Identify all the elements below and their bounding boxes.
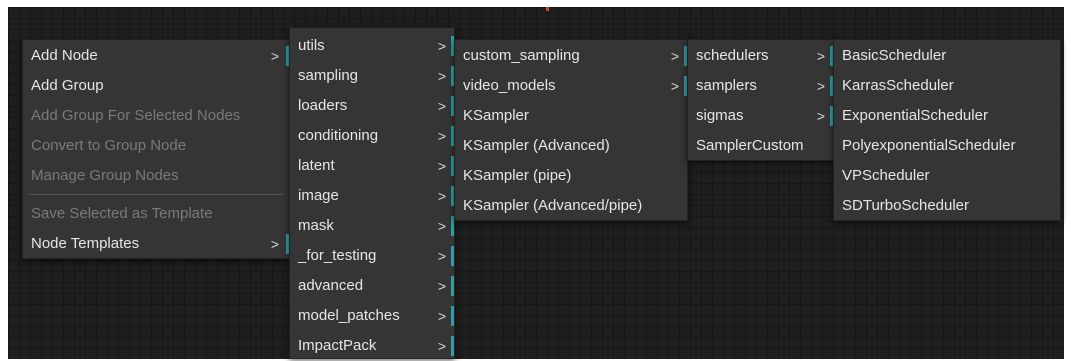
menu-item-node-templates[interactable]: Node Templates >: [23, 229, 289, 259]
submenu-custom-sampling: schedulers > samplers > sigmas > Sampler…: [687, 39, 834, 161]
context-menu-main: Add Node > Add Group Add Group For Selec…: [22, 39, 290, 259]
menu-item-label: image: [298, 187, 339, 204]
menu-item-label: schedulers: [696, 47, 769, 64]
chevron-right-icon: >: [437, 218, 446, 234]
canvas-marker: [546, 7, 549, 11]
chevron-right-icon: >: [670, 78, 679, 94]
menu-item-label: advanced: [298, 277, 364, 294]
chevron-right-icon: >: [437, 38, 446, 54]
menu-item-label: loaders: [298, 97, 348, 114]
menu-item-label: mask: [298, 217, 334, 234]
menu-item-label: latent: [298, 157, 335, 174]
category-for-testing[interactable]: _for_testing >: [290, 241, 454, 271]
menu-item-label: model_patches: [298, 307, 400, 324]
menu-item-label: custom_sampling: [463, 47, 580, 64]
menu-item-label: KSampler (pipe): [463, 167, 572, 184]
chevron-right-icon: >: [437, 68, 446, 84]
sampling-ksampler[interactable]: KSampler: [455, 101, 687, 131]
sampling-ksampler-advanced-pipe[interactable]: KSampler (Advanced/pipe): [455, 191, 687, 221]
scheduler-exponential[interactable]: ExponentialScheduler: [834, 101, 1060, 131]
scheduler-polyexponential[interactable]: PolyexponentialScheduler: [834, 131, 1060, 161]
menu-item-label: samplers: [696, 77, 757, 94]
chevron-right-icon: >: [437, 308, 446, 324]
chevron-right-icon: >: [816, 48, 825, 64]
submenu-indicator: [451, 336, 454, 356]
scheduler-karras[interactable]: KarrasScheduler: [834, 71, 1060, 101]
menu-item-label: KarrasScheduler: [842, 77, 954, 94]
category-mask[interactable]: mask >: [290, 211, 454, 241]
scheduler-vp[interactable]: VPScheduler: [834, 161, 1060, 191]
chevron-right-icon: >: [437, 98, 446, 114]
custom-sampling-sigmas[interactable]: sigmas >: [688, 101, 833, 131]
custom-sampling-samplercustom[interactable]: SamplerCustom: [688, 131, 833, 161]
menu-item-label: conditioning: [298, 127, 379, 144]
category-conditioning[interactable]: conditioning >: [290, 121, 454, 151]
scheduler-basic[interactable]: BasicScheduler: [834, 41, 1060, 71]
sampling-ksampler-pipe[interactable]: KSampler (pipe): [455, 161, 687, 191]
submenu-sampling: custom_sampling > video_models > KSample…: [454, 39, 688, 221]
chevron-right-icon: >: [437, 158, 446, 174]
menu-item-label: PolyexponentialScheduler: [842, 137, 1016, 154]
menu-item-label: Convert to Group Node: [31, 137, 187, 154]
chevron-right-icon: >: [270, 48, 279, 64]
chevron-right-icon: >: [437, 128, 446, 144]
submenu-indicator: [451, 246, 454, 266]
menu-item-label: Add Node: [31, 47, 98, 64]
chevron-right-icon: >: [816, 78, 825, 94]
menu-item-label: sigmas: [696, 107, 744, 124]
menu-item-label: ImpactPack: [298, 337, 377, 354]
menu-item-convert-to-group-node: Convert to Group Node: [23, 131, 289, 161]
category-sampling[interactable]: sampling >: [290, 61, 454, 91]
submenu-schedulers: BasicScheduler KarrasScheduler Exponenti…: [833, 39, 1061, 221]
menu-item-save-selected-as-template: Save Selected as Template: [23, 199, 289, 229]
menu-item-label: utils: [298, 37, 325, 54]
category-advanced[interactable]: advanced >: [290, 271, 454, 301]
graph-canvas[interactable]: Add Node > Add Group Add Group For Selec…: [8, 7, 1064, 359]
menu-item-label: Manage Group Nodes: [31, 167, 179, 184]
menu-item-label: KSampler (Advanced/pipe): [463, 197, 643, 214]
menu-item-label: KSampler: [463, 107, 529, 124]
custom-sampling-samplers[interactable]: samplers >: [688, 71, 833, 101]
submenu-node-categories: utils > sampling > loaders > conditionin…: [289, 27, 455, 359]
submenu-indicator: [451, 306, 454, 326]
category-utils[interactable]: utils >: [290, 31, 454, 61]
menu-item-label: BasicScheduler: [842, 47, 947, 64]
menu-item-label: VPScheduler: [842, 167, 930, 184]
menu-item-label: KSampler (Advanced): [463, 137, 610, 154]
menu-item-add-group[interactable]: Add Group: [23, 71, 289, 101]
chevron-right-icon: >: [670, 48, 679, 64]
chevron-right-icon: >: [270, 236, 279, 252]
category-impactpack[interactable]: ImpactPack >: [290, 331, 454, 361]
chevron-right-icon: >: [437, 248, 446, 264]
category-latent[interactable]: latent >: [290, 151, 454, 181]
menu-item-add-group-for-selected-nodes: Add Group For Selected Nodes: [23, 101, 289, 131]
scheduler-sdturbo[interactable]: SDTurboScheduler: [834, 191, 1060, 221]
custom-sampling-schedulers[interactable]: schedulers >: [688, 41, 833, 71]
menu-item-label: video_models: [463, 77, 556, 94]
chevron-right-icon: >: [437, 278, 446, 294]
menu-item-label: SamplerCustom: [696, 137, 804, 154]
sampling-custom-sampling[interactable]: custom_sampling >: [455, 41, 687, 71]
menu-item-label: sampling: [298, 67, 359, 84]
chevron-right-icon: >: [437, 338, 446, 354]
menu-separator: [29, 194, 283, 195]
chevron-right-icon: >: [816, 108, 825, 124]
submenu-indicator: [451, 276, 454, 296]
sampling-video-models[interactable]: video_models >: [455, 71, 687, 101]
category-image[interactable]: image >: [290, 181, 454, 211]
menu-item-label: _for_testing: [298, 247, 377, 264]
category-loaders[interactable]: loaders >: [290, 91, 454, 121]
menu-item-label: Save Selected as Template: [31, 205, 213, 222]
menu-item-label: Node Templates: [31, 235, 140, 252]
menu-item-label: SDTurboScheduler: [842, 197, 970, 214]
sampling-ksampler-advanced[interactable]: KSampler (Advanced): [455, 131, 687, 161]
category-model-patches[interactable]: model_patches >: [290, 301, 454, 331]
menu-item-manage-group-nodes: Manage Group Nodes: [23, 161, 289, 191]
menu-item-add-node[interactable]: Add Node >: [23, 41, 289, 71]
menu-item-label: Add Group For Selected Nodes: [31, 107, 241, 124]
menu-item-label: ExponentialScheduler: [842, 107, 988, 124]
menu-item-label: Add Group: [31, 77, 104, 94]
chevron-right-icon: >: [437, 188, 446, 204]
